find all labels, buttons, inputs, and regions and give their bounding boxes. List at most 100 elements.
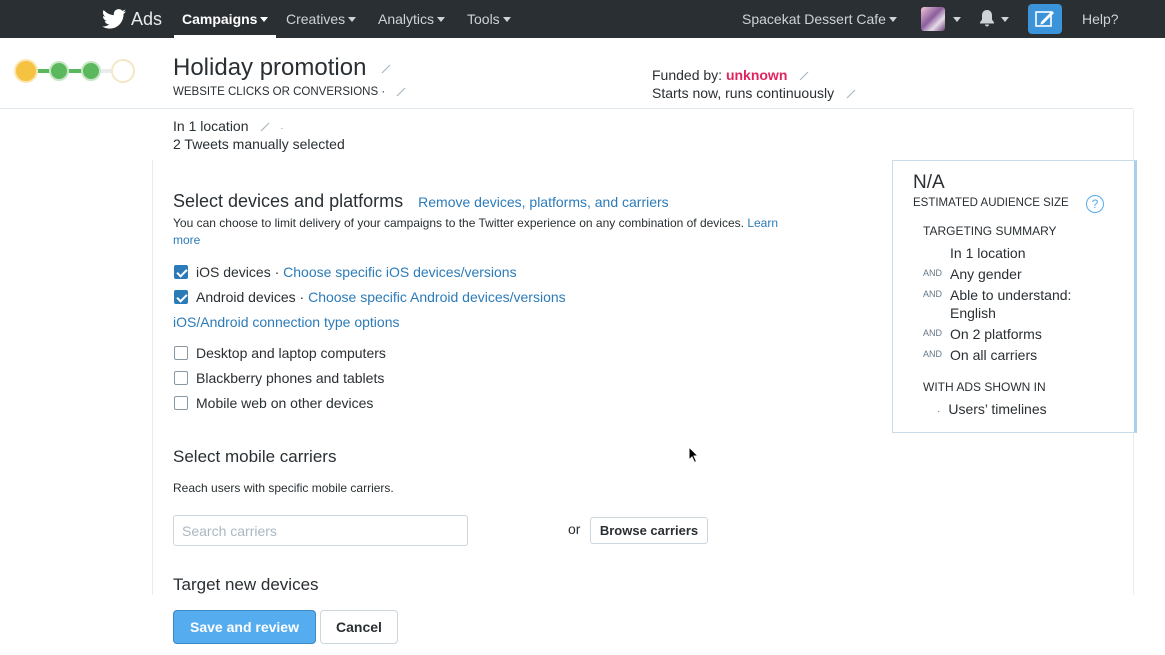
account-name: Spacekat Dessert Cafe (742, 11, 886, 27)
nav-campaigns-label: Campaigns (182, 11, 258, 27)
android-devices-option[interactable]: Android devices · Choose specific Androi… (174, 288, 566, 306)
targeting-summary-heading: TARGETING SUMMARY (923, 224, 1057, 238)
carriers-description: Reach users with specific mobile carrier… (173, 481, 394, 495)
content-left-border (152, 160, 153, 595)
caret-down-icon (437, 16, 446, 22)
pencil-icon[interactable] (260, 122, 270, 132)
caret-down-icon[interactable] (1001, 17, 1009, 22)
devices-heading-text: Select devices and platforms (173, 191, 404, 211)
caret-down-icon (502, 16, 511, 22)
devices-description-text: You can choose to limit delivery of your… (173, 216, 744, 230)
desktop-option[interactable]: Desktop and laptop computers (174, 344, 386, 362)
android-devices-checkbox[interactable] (174, 290, 188, 304)
ads-home-link[interactable]: Ads (102, 7, 162, 31)
mobile-web-label: Mobile web on other devices (196, 395, 374, 411)
connection-type-link[interactable]: iOS/Android connection type options (173, 313, 399, 331)
android-devices-separator: · (295, 289, 309, 305)
targeting-location: In 1 location · (173, 118, 284, 134)
top-nav: Ads Campaigns Creatives Analytics Tools … (0, 0, 1165, 38)
pencil-icon[interactable] (799, 71, 809, 81)
summary-item: AND On 2 platforms (923, 325, 1123, 343)
summary-item-text: Any gender (950, 266, 1022, 282)
summary-item-text: In 1 location (950, 245, 1026, 261)
summary-item-prefix: AND (923, 328, 943, 338)
nav-campaigns[interactable]: Campaigns (173, 0, 277, 38)
bullet-icon: · (937, 406, 941, 417)
summary-item-text: On 2 platforms (950, 326, 1042, 342)
devices-description: You can choose to limit delivery of your… (173, 215, 793, 249)
blackberry-checkbox[interactable] (174, 371, 188, 385)
pencil-icon[interactable] (381, 64, 391, 74)
pencil-icon[interactable] (396, 87, 406, 97)
selected-tweets: 2 Tweets manually selected (173, 136, 345, 152)
ios-devices-label: iOS devices (196, 264, 271, 280)
brand-label: Ads (131, 8, 163, 29)
bell-icon[interactable] (978, 9, 996, 29)
summary-item: AND Able to understand: English (923, 286, 1123, 322)
caret-down-icon[interactable] (953, 17, 961, 22)
ads-location-text: Users’ timelines (948, 401, 1047, 417)
summary-item: In 1 location (923, 244, 1123, 262)
summary-item-text: On all carriers (950, 347, 1038, 363)
summary-item-prefix: AND (923, 289, 943, 299)
carriers-heading: Select mobile carriers (173, 447, 337, 466)
progress-step-1 (14, 59, 38, 83)
mouse-cursor-icon (688, 446, 700, 464)
funded-value: unknown (725, 67, 788, 83)
caret-down-icon (888, 16, 897, 22)
audience-size-value: N/A (913, 172, 945, 193)
location-text: In 1 location (173, 118, 249, 134)
choose-android-versions-link[interactable]: Choose specific Android devices/versions (308, 289, 566, 305)
funded-label: Funded by: (652, 67, 726, 83)
twitter-bird-icon (102, 9, 126, 29)
nav-creatives-label: Creatives (286, 11, 346, 27)
header-divider (0, 108, 1133, 109)
browse-carriers-button[interactable]: Browse carriers (590, 517, 708, 544)
nav-tools-label: Tools (467, 11, 500, 27)
android-devices-label: Android devices (196, 289, 296, 305)
campaign-title: Holiday promotion (173, 54, 391, 82)
nav-tools[interactable]: Tools (467, 0, 511, 38)
audience-size-label: ESTIMATED AUDIENCE SIZE (913, 197, 1069, 209)
campaign-objective: WEBSITE CLICKS OR CONVERSIONS · (173, 86, 406, 98)
summary-item-prefix: AND (923, 268, 943, 278)
location-separator: · (280, 123, 284, 134)
blackberry-option[interactable]: Blackberry phones and tablets (174, 369, 384, 387)
desktop-checkbox[interactable] (174, 346, 188, 360)
desktop-label: Desktop and laptop computers (196, 345, 386, 361)
funding-source: Funded by: unknown (652, 67, 809, 83)
nav-analytics-label: Analytics (378, 11, 435, 27)
summary-item-text: Able to understand: English (950, 287, 1072, 321)
compose-icon (1035, 11, 1054, 27)
choose-ios-versions-link[interactable]: Choose specific iOS devices/versions (283, 264, 516, 280)
summary-item: AND On all carriers (923, 346, 1123, 364)
progress-step-2 (49, 61, 69, 81)
or-label: or (568, 521, 581, 537)
search-carriers-input[interactable] (173, 515, 468, 546)
devices-heading: Select devices and platforms Remove devi… (173, 191, 669, 212)
campaign-progress-stepper (14, 59, 135, 83)
caret-down-icon (348, 16, 357, 22)
avatar[interactable] (921, 7, 945, 31)
summary-item-prefix: AND (923, 349, 943, 359)
mobile-web-checkbox[interactable] (174, 396, 188, 410)
ads-shown-heading: WITH ADS SHOWN IN (923, 380, 1046, 394)
nav-analytics[interactable]: Analytics (378, 0, 446, 38)
question-icon[interactable]: ? (1086, 195, 1104, 213)
progress-step-4 (111, 59, 135, 83)
summary-item: AND Any gender (923, 265, 1123, 283)
ios-devices-checkbox[interactable] (174, 265, 188, 279)
save-and-review-button[interactable]: Save and review (173, 610, 316, 644)
nav-creatives[interactable]: Creatives (286, 0, 357, 38)
ios-devices-option[interactable]: iOS devices · Choose specific iOS device… (174, 263, 517, 281)
compose-button[interactable] (1028, 4, 1062, 34)
pencil-icon[interactable] (846, 89, 856, 99)
cancel-button[interactable]: Cancel (320, 610, 398, 644)
campaign-title-text: Holiday promotion (173, 54, 367, 81)
schedule-text: Starts now, runs continuously (652, 85, 835, 101)
help-link[interactable]: Help? (1082, 0, 1119, 38)
account-switcher[interactable]: Spacekat Dessert Cafe (742, 0, 897, 38)
remove-devices-link[interactable]: Remove devices, platforms, and carriers (418, 194, 669, 210)
ads-location: · Users’ timelines (937, 401, 1047, 417)
mobile-web-option[interactable]: Mobile web on other devices (174, 394, 373, 412)
